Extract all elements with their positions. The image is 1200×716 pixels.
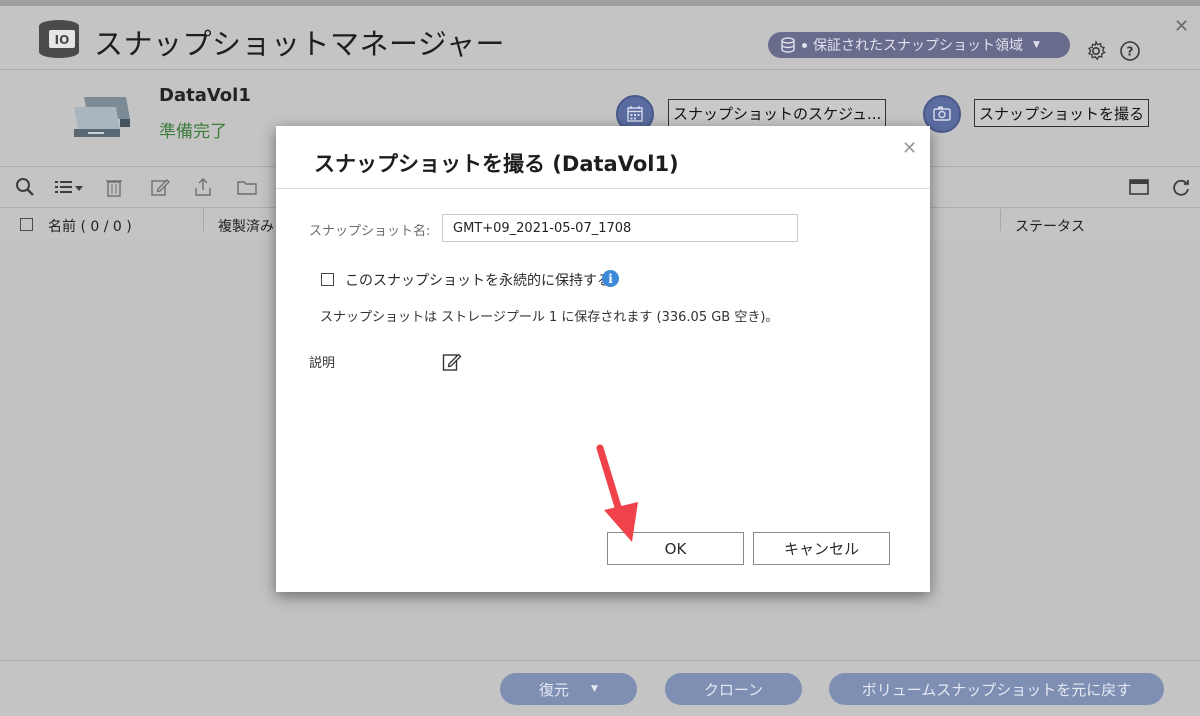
volume-name: DataVol1 bbox=[159, 85, 251, 106]
keep-permanently-label[interactable]: このスナップショットを永続的に保持する bbox=[345, 270, 611, 290]
app-title: スナップショットマネージャー bbox=[94, 27, 505, 61]
database-icon bbox=[781, 37, 795, 53]
revert-volume-button[interactable]: ボリュームスナップショットを元に戻す bbox=[829, 673, 1164, 705]
column-divider bbox=[203, 209, 204, 231]
storage-io-logo-icon: IO bbox=[39, 20, 79, 58]
svg-text:IO: IO bbox=[55, 33, 70, 47]
export-icon[interactable] bbox=[192, 176, 214, 198]
help-icon[interactable]: ? bbox=[1119, 40, 1141, 62]
gear-icon[interactable] bbox=[1085, 40, 1107, 62]
footer-actions: 復元 ▼ クローン ボリュームスナップショットを元に戻す bbox=[0, 660, 1200, 716]
column-status[interactable]: ステータス bbox=[1015, 216, 1085, 236]
refresh-icon[interactable] bbox=[1170, 176, 1192, 198]
app-header: IO スナップショットマネージャー 保証されたスナップショット領域 ▼ ? ✕ bbox=[0, 6, 1200, 70]
trash-icon[interactable] bbox=[103, 176, 125, 198]
chevron-down-icon: ▼ bbox=[1033, 40, 1040, 50]
restore-label: 復元 bbox=[539, 680, 570, 699]
keep-permanently-checkbox[interactable] bbox=[321, 273, 334, 286]
search-icon[interactable] bbox=[14, 176, 36, 198]
guaranteed-space-dropdown[interactable]: 保証されたスナップショット領域 ▼ bbox=[768, 32, 1070, 58]
snapshot-schedule-button[interactable]: スナップショットのスケジュ... bbox=[668, 99, 887, 127]
guaranteed-space-label: 保証されたスナップショット領域 bbox=[813, 38, 1023, 54]
status-dot bbox=[802, 42, 807, 48]
cancel-button[interactable]: キャンセル bbox=[753, 532, 890, 565]
folder-icon[interactable] bbox=[236, 176, 258, 198]
list-view-icon[interactable] bbox=[53, 176, 85, 198]
column-divider bbox=[1000, 209, 1001, 231]
edit-description-icon[interactable] bbox=[442, 352, 462, 372]
snapshot-name-label: スナップショット名: bbox=[309, 224, 431, 239]
take-snapshot-button[interactable]: スナップショットを撮る bbox=[974, 99, 1150, 127]
snapshot-name-input[interactable] bbox=[442, 214, 798, 242]
volume-status: 準備完了 bbox=[159, 122, 227, 142]
column-replicated[interactable]: 複製済み bbox=[218, 216, 274, 236]
dialog-divider bbox=[276, 188, 930, 189]
close-icon[interactable]: ✕ bbox=[902, 138, 917, 159]
storage-location-note: スナップショットは ストレージプール 1 に保存されます (336.05 GB … bbox=[320, 310, 779, 325]
column-name[interactable]: 名前 ( 0 / 0 ) bbox=[48, 216, 132, 236]
restore-button[interactable]: 復元 ▼ bbox=[500, 673, 637, 705]
close-icon[interactable]: ✕ bbox=[1174, 16, 1189, 37]
volume-disk-icon bbox=[74, 97, 130, 137]
dialog-title: スナップショットを撮る (DataVol1) bbox=[314, 152, 679, 176]
chevron-down-icon: ▼ bbox=[591, 684, 598, 694]
info-icon[interactable]: i bbox=[602, 270, 619, 287]
annotation-arrow-icon bbox=[596, 444, 638, 542]
select-all-checkbox[interactable] bbox=[20, 218, 33, 231]
edit-icon[interactable] bbox=[149, 176, 171, 198]
description-label: 説明 bbox=[309, 356, 336, 371]
clone-button[interactable]: クローン bbox=[665, 673, 802, 705]
svg-text:?: ? bbox=[1127, 45, 1134, 59]
window-view-icon[interactable] bbox=[1128, 176, 1150, 198]
